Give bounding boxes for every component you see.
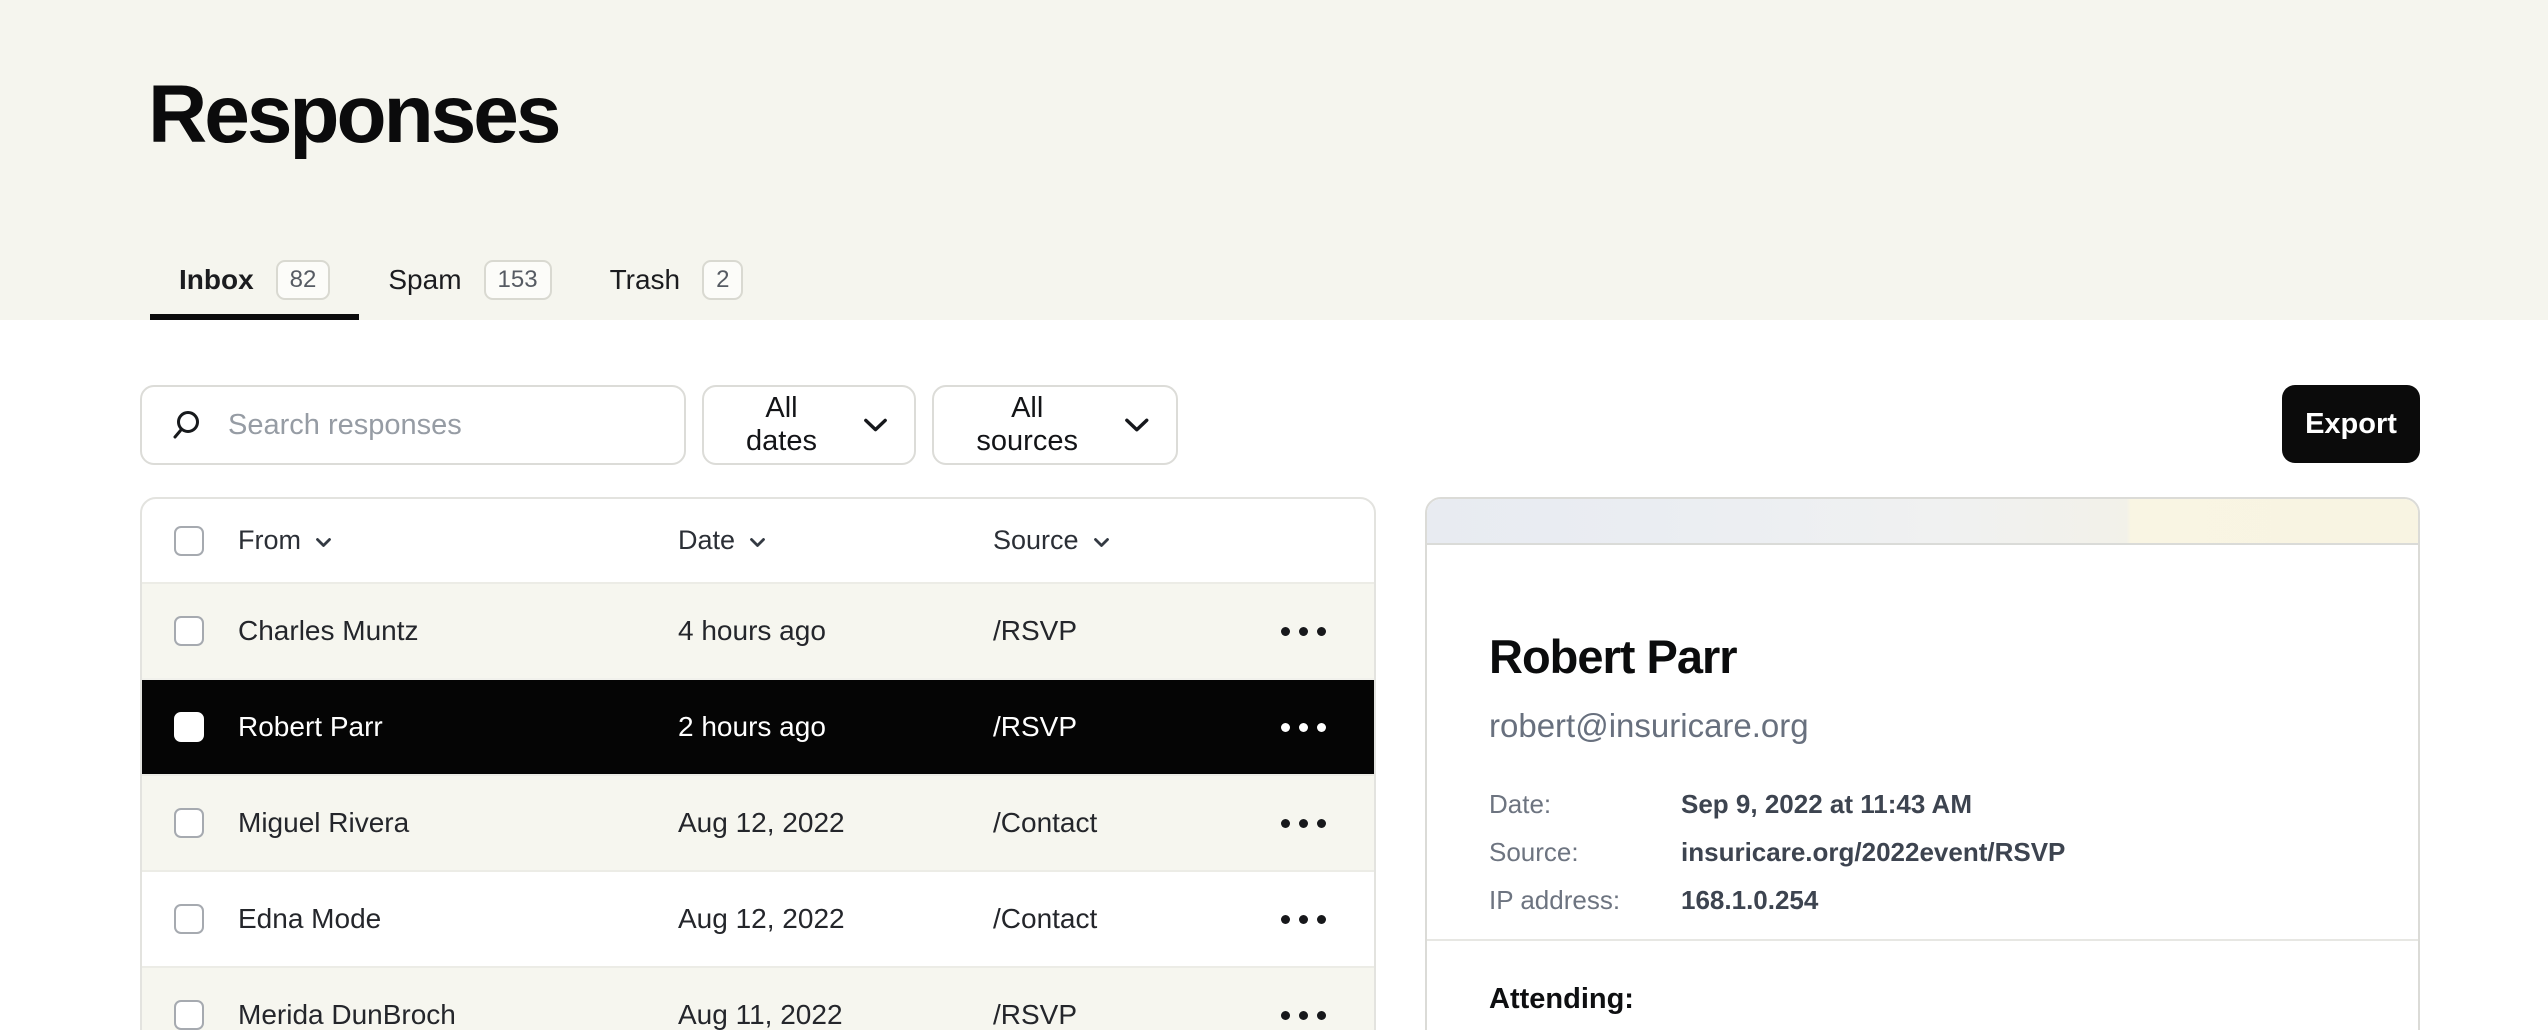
row-date: 2 hours ago (678, 711, 993, 743)
table-row[interactable]: Robert Parr 2 hours ago /RSVP (142, 678, 1374, 774)
detail-panel: Robert Parr robert@insuricare.org Date: … (1425, 497, 2420, 1030)
detail-meta-list: Date: Sep 9, 2022 at 11:43 AM Source: in… (1489, 791, 2356, 913)
tab-label: Trash (610, 264, 681, 296)
row-source: /Contact (993, 807, 1281, 839)
row-from: Charles Muntz (238, 615, 678, 647)
row-actions-button[interactable] (1281, 717, 1326, 738)
responses-table: From Date Source Charles Muntz 4 hours a… (140, 497, 1376, 1030)
sources-filter-label: All sources (960, 392, 1094, 458)
search-box[interactable] (140, 385, 686, 465)
dates-filter-label: All dates (730, 392, 833, 458)
row-source: /RSVP (993, 711, 1281, 743)
toolbar: All dates All sources Export (140, 385, 2420, 465)
row-date: Aug 12, 2022 (678, 807, 993, 839)
detail-name: Robert Parr (1489, 629, 2356, 684)
detail-meta-label: Date: (1489, 791, 1681, 817)
chevron-down-icon (315, 537, 332, 548)
row-source: /RSVP (993, 615, 1281, 647)
column-header-date[interactable]: Date (678, 525, 993, 556)
select-all-checkbox[interactable] (174, 526, 204, 556)
detail-meta-label: Source: (1489, 839, 1681, 865)
chevron-down-icon (749, 537, 766, 548)
search-input[interactable] (228, 409, 660, 442)
row-actions-button[interactable] (1281, 1005, 1326, 1026)
row-from: Robert Parr (238, 711, 678, 743)
tab-spam[interactable]: Spam 153 (359, 246, 580, 320)
tab-inbox[interactable]: Inbox 82 (150, 246, 359, 320)
row-checkbox[interactable] (174, 808, 204, 838)
table-row[interactable]: Merida DunBroch Aug 11, 2022 /RSVP (142, 966, 1374, 1030)
row-checkbox[interactable] (174, 616, 204, 646)
row-checkbox[interactable] (174, 1000, 204, 1030)
dates-filter-dropdown[interactable]: All dates (702, 385, 916, 465)
page-header: Responses Inbox 82 Spam 153 Trash 2 (0, 0, 2548, 320)
detail-meta-row: Source: insuricare.org/2022event/RSVP (1489, 839, 2356, 865)
column-header-source[interactable]: Source (993, 525, 1326, 556)
tab-count-badge: 153 (484, 260, 552, 300)
tab-label: Spam (388, 264, 461, 296)
row-date: Aug 12, 2022 (678, 903, 993, 935)
tab-bar: Inbox 82 Spam 153 Trash 2 (150, 246, 772, 320)
detail-panel-body: Robert Parr robert@insuricare.org Date: … (1427, 545, 2418, 1016)
panel-gradient-band (1427, 499, 2418, 545)
row-from: Miguel Rivera (238, 807, 678, 839)
table-row[interactable]: Edna Mode Aug 12, 2022 /Contact (142, 870, 1374, 966)
row-actions-button[interactable] (1281, 813, 1326, 834)
tab-count-badge: 2 (702, 260, 743, 300)
tab-trash[interactable]: Trash 2 (581, 246, 773, 320)
row-checkbox[interactable] (174, 904, 204, 934)
detail-meta-value: 168.1.0.254 (1681, 887, 1818, 913)
page-title: Responses (148, 74, 559, 156)
search-icon (170, 409, 202, 441)
table-row[interactable]: Charles Muntz 4 hours ago /RSVP (142, 582, 1374, 678)
detail-meta-row: IP address: 168.1.0.254 (1489, 887, 2356, 913)
attending-heading: Attending: (1489, 983, 2356, 1016)
table-row[interactable]: Miguel Rivera Aug 12, 2022 /Contact (142, 774, 1374, 870)
chevron-down-icon (863, 417, 888, 433)
detail-meta-value: Sep 9, 2022 at 11:43 AM (1681, 791, 1972, 817)
row-date: Aug 11, 2022 (678, 999, 993, 1030)
chevron-down-icon (1093, 537, 1110, 548)
detail-meta-value: insuricare.org/2022event/RSVP (1681, 839, 2065, 865)
panel-divider (1427, 939, 2418, 941)
table-header: From Date Source (142, 499, 1374, 582)
row-source: /Contact (993, 903, 1281, 935)
export-button[interactable]: Export (2282, 385, 2420, 463)
detail-meta-label: IP address: (1489, 887, 1681, 913)
sources-filter-dropdown[interactable]: All sources (932, 385, 1178, 465)
row-actions-button[interactable] (1281, 909, 1326, 930)
chevron-down-icon (1124, 417, 1150, 433)
row-from: Merida DunBroch (238, 999, 678, 1030)
row-source: /RSVP (993, 999, 1281, 1030)
column-header-from[interactable]: From (238, 525, 678, 556)
table-body: Charles Muntz 4 hours ago /RSVP Robert P… (142, 582, 1374, 1030)
detail-meta-row: Date: Sep 9, 2022 at 11:43 AM (1489, 791, 2356, 817)
tab-label: Inbox (179, 264, 254, 296)
row-from: Edna Mode (238, 903, 678, 935)
detail-email: robert@insuricare.org (1489, 707, 2356, 745)
row-actions-button[interactable] (1281, 621, 1326, 642)
tab-count-badge: 82 (276, 260, 331, 300)
row-date: 4 hours ago (678, 615, 993, 647)
row-checkbox[interactable] (174, 712, 204, 742)
